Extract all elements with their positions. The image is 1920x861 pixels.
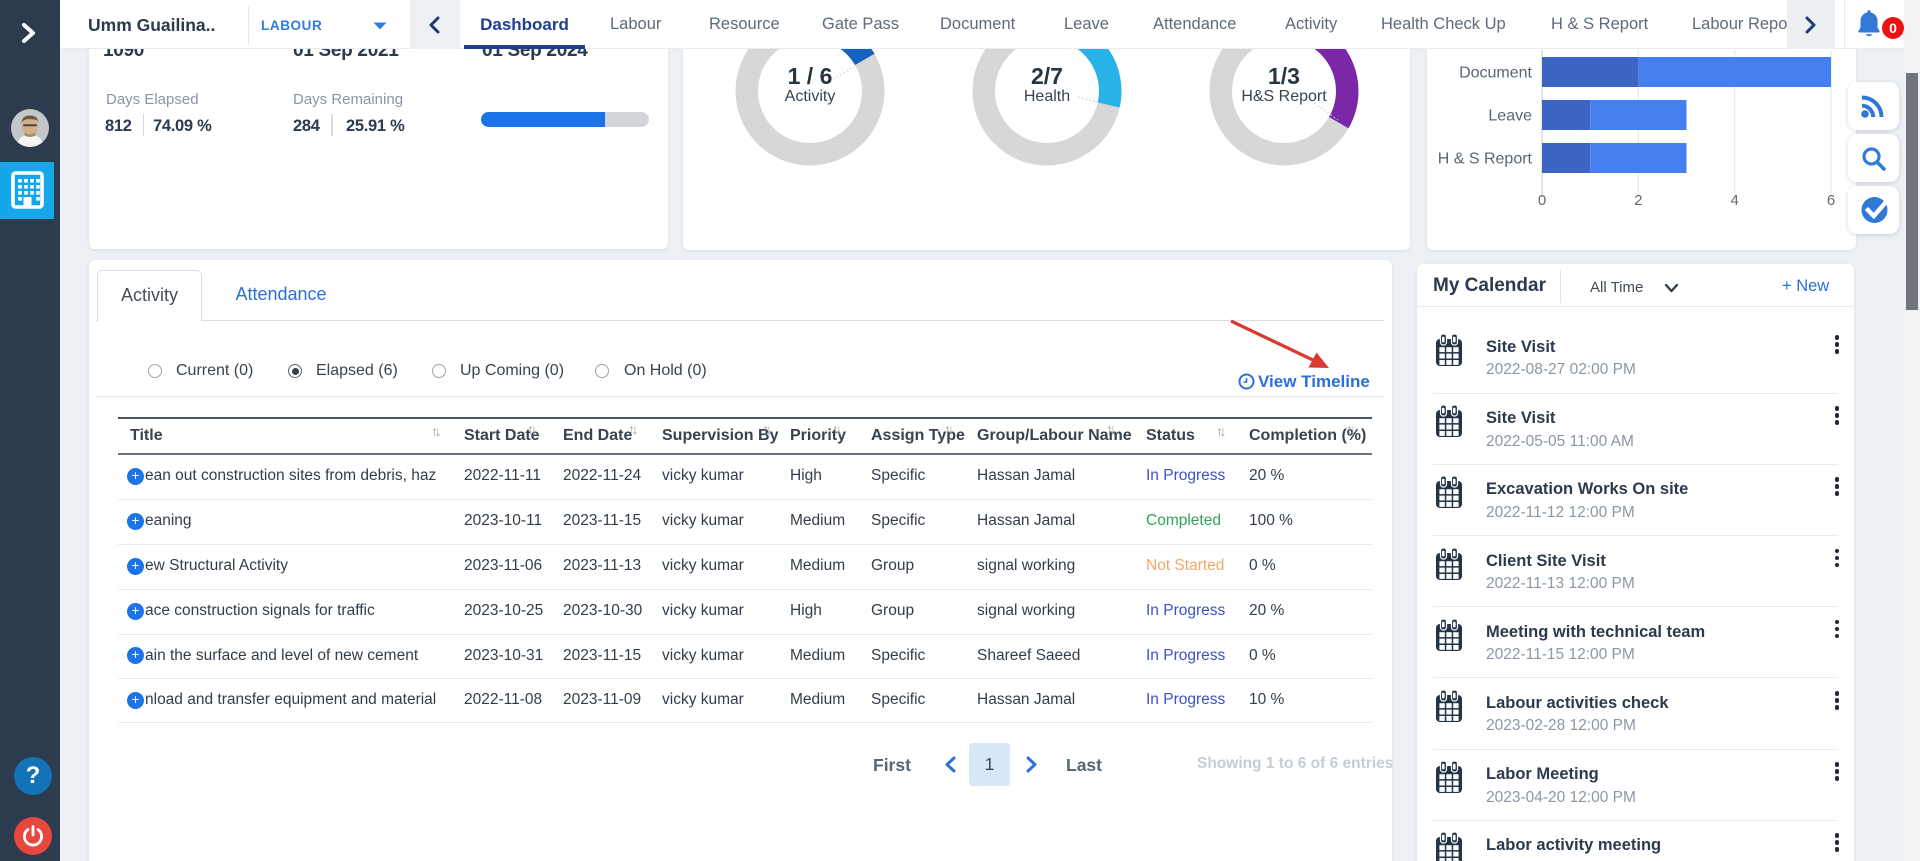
svg-text:2: 2 (1634, 192, 1642, 209)
svg-text:H & S Report: H & S Report (1438, 151, 1533, 168)
svg-text:6: 6 (1827, 192, 1835, 209)
svg-text:1/3: 1/3 (1268, 63, 1300, 89)
svg-text:Leave: Leave (1488, 108, 1532, 125)
svg-text:2/7: 2/7 (1031, 63, 1063, 89)
svg-text:Activity: Activity (785, 88, 836, 105)
svg-text:H&S Report: H&S Report (1241, 88, 1327, 105)
svg-text:Document: Document (1459, 65, 1532, 82)
svg-text:Health: Health (1024, 88, 1070, 105)
svg-text:4: 4 (1731, 192, 1739, 209)
svg-text:1 / 6: 1 / 6 (788, 63, 833, 89)
svg-text:0: 0 (1538, 192, 1546, 209)
